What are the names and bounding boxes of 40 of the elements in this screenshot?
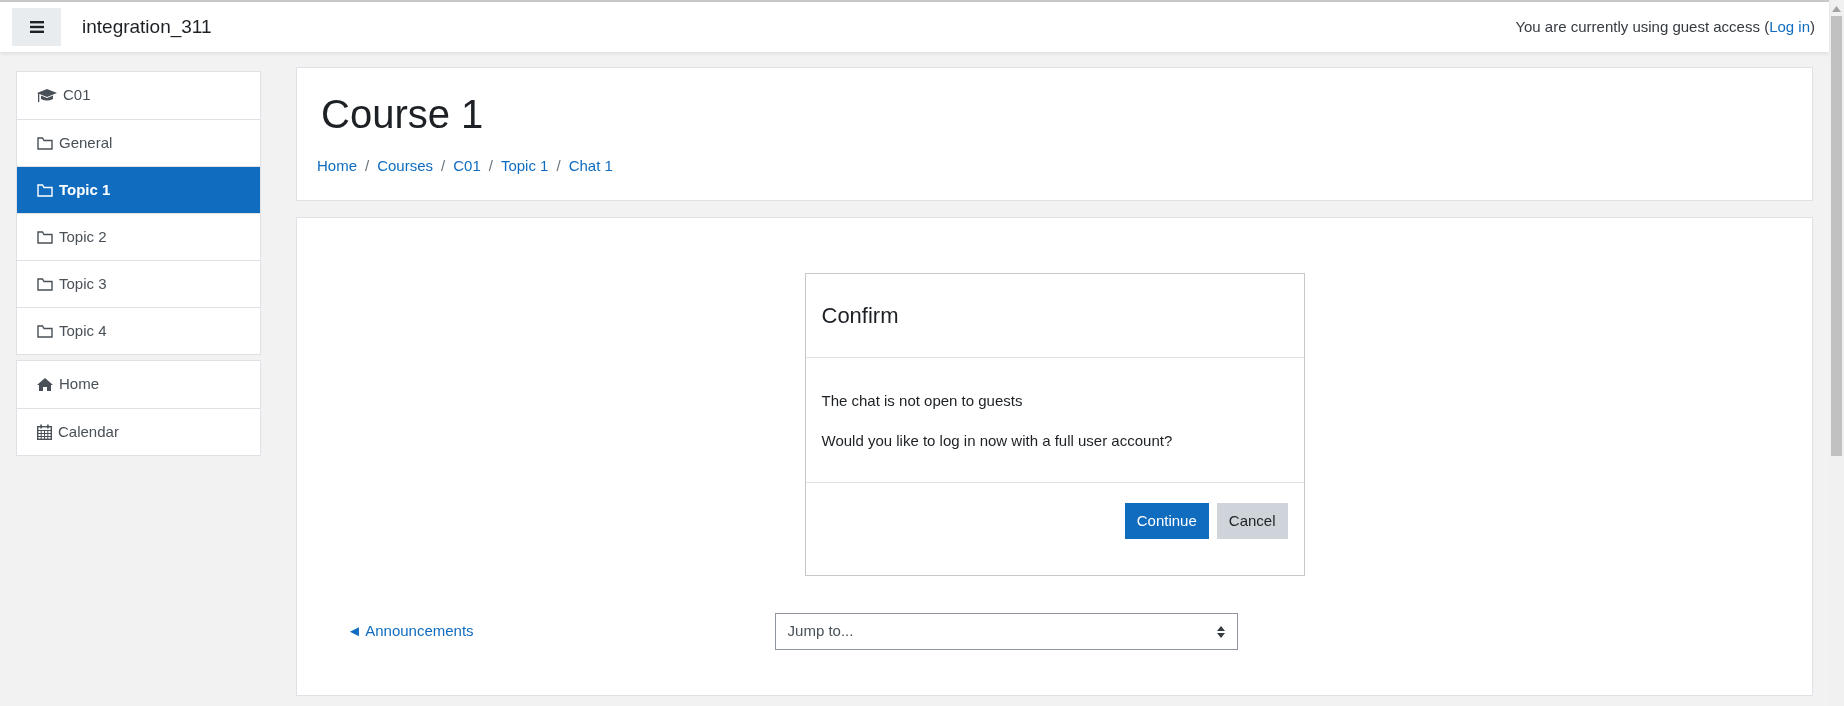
cancel-button[interactable]: Cancel bbox=[1216, 503, 1288, 539]
dialog-message: Would you like to log in now with a full user account? bbox=[821, 430, 1174, 451]
breadcrumb-separator: / bbox=[555, 156, 562, 176]
dialog-message: The chat is not open to guests bbox=[821, 391, 1024, 411]
continue-button[interactable]: Continue bbox=[1124, 503, 1209, 539]
breadcrumb-link[interactable]: Courses bbox=[377, 155, 434, 178]
sort-arrows-icon bbox=[1216, 625, 1225, 638]
guest-access-notice: You are currently using guest access (Log in) bbox=[1515, 16, 1815, 37]
breadcrumb-link[interactable]: C01 bbox=[453, 155, 481, 178]
breadcrumb-separator: / bbox=[364, 156, 371, 176]
site-name[interactable]: integration_311 bbox=[82, 12, 212, 42]
scrollbar-thumb[interactable] bbox=[1831, 16, 1842, 456]
sidebar-item[interactable]: Home bbox=[17, 361, 260, 408]
course-title: Course 1 bbox=[321, 91, 485, 138]
folder-icon bbox=[37, 183, 53, 197]
menu-icon bbox=[29, 21, 44, 33]
home-icon bbox=[37, 378, 53, 391]
breadcrumb-link[interactable]: Home bbox=[317, 155, 357, 178]
sidebar-item[interactable]: C01 bbox=[17, 72, 260, 119]
sidebar-item[interactable]: Topic 3 bbox=[17, 260, 260, 307]
previous-activity-link[interactable]: ◄ Announcements bbox=[347, 620, 474, 643]
folder-icon bbox=[37, 324, 53, 338]
login-link[interactable]: Log in bbox=[1769, 17, 1810, 35]
calendar-icon bbox=[37, 424, 52, 440]
sidebar-item[interactable]: Topic 2 bbox=[17, 213, 260, 260]
breadcrumb-link[interactable]: Chat 1 bbox=[568, 155, 613, 178]
breadcrumb-separator: / bbox=[487, 156, 494, 176]
scroll-up-icon[interactable] bbox=[1832, 6, 1841, 12]
jump-to-select[interactable]: Jump to... bbox=[774, 613, 1238, 650]
sidebar-item[interactable]: Calendar bbox=[17, 408, 260, 455]
folder-icon bbox=[37, 230, 53, 244]
menu-button[interactable] bbox=[12, 8, 61, 46]
folder-icon bbox=[37, 136, 53, 150]
folder-icon bbox=[37, 277, 53, 291]
breadcrumb-link[interactable]: Topic 1 bbox=[500, 155, 549, 178]
breadcrumb-separator: / bbox=[440, 156, 447, 176]
graduation-cap-icon bbox=[37, 87, 57, 104]
sidebar-item[interactable]: Topic 4 bbox=[17, 307, 260, 354]
sidebar-item[interactable]: Topic 1 bbox=[17, 166, 260, 213]
dialog-title: Confirm bbox=[821, 302, 899, 330]
